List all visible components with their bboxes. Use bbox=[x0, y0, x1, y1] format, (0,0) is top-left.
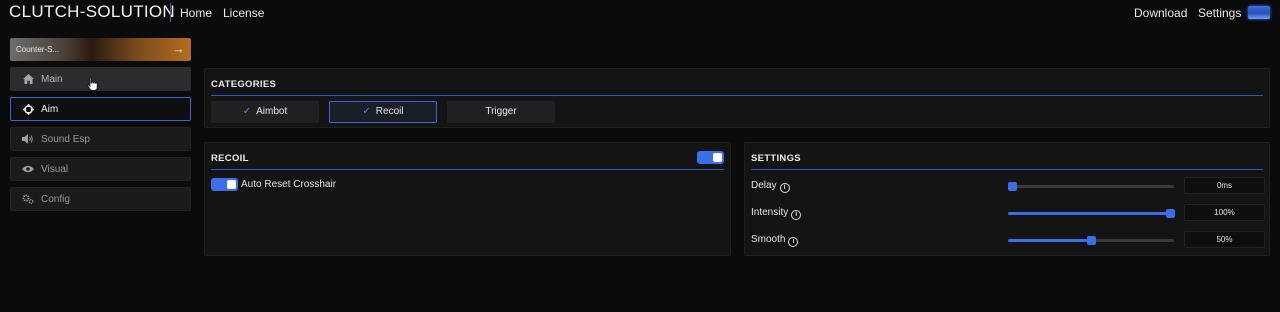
smooth-label-text: Smooth bbox=[751, 234, 786, 245]
settings-title: SETTINGS bbox=[751, 153, 801, 164]
nav-download-link[interactable]: Download bbox=[1134, 6, 1187, 20]
recoil-enable-toggle[interactable] bbox=[697, 151, 724, 164]
delay-value[interactable]: 0ms bbox=[1184, 177, 1265, 194]
sidebar-item-visual[interactable]: Visual bbox=[10, 157, 191, 181]
smooth-label: Smooth i bbox=[751, 234, 799, 247]
auto-reset-crosshair-label: Auto Reset Crosshair bbox=[241, 179, 337, 190]
check-icon: ✓ bbox=[242, 106, 252, 117]
toggle-knob bbox=[227, 180, 236, 189]
panel-divider bbox=[211, 169, 724, 170]
tab-recoil[interactable]: ✓ Recoil bbox=[329, 101, 437, 123]
panel-divider bbox=[211, 95, 1263, 96]
hand-cursor-icon bbox=[87, 77, 98, 91]
delay-slider[interactable] bbox=[1008, 182, 1174, 191]
slider-thumb[interactable] bbox=[1008, 182, 1017, 191]
info-icon[interactable]: i bbox=[791, 210, 802, 220]
nav-settings-link[interactable]: Settings bbox=[1198, 6, 1241, 20]
tab-aimbot[interactable]: ✓ Aimbot bbox=[211, 101, 319, 123]
tab-trigger[interactable]: Trigger bbox=[447, 101, 555, 123]
sidebar-item-label: Main bbox=[41, 74, 63, 85]
check-icon: ✓ bbox=[362, 106, 371, 117]
categories-title: CATEGORIES bbox=[211, 79, 277, 90]
tab-label: Recoil bbox=[375, 106, 404, 117]
sidebar-item-label: Sound Esp bbox=[41, 134, 90, 145]
slider-thumb[interactable] bbox=[1087, 236, 1096, 245]
sidebar-item-label: Aim bbox=[41, 104, 59, 115]
tab-label: Trigger bbox=[485, 106, 517, 117]
intensity-label-text: Intensity bbox=[751, 207, 789, 218]
delay-label-text: Delay bbox=[751, 180, 777, 191]
slider-thumb[interactable] bbox=[1166, 209, 1175, 218]
sidebar-item-label: Visual bbox=[41, 164, 69, 175]
slider-fill bbox=[1008, 239, 1091, 242]
intensity-value[interactable]: 100% bbox=[1184, 204, 1265, 221]
game-selector[interactable]: Counter-S... → bbox=[10, 38, 191, 61]
sidebar-item-aim[interactable]: Aim bbox=[10, 97, 191, 121]
slider-fill bbox=[1008, 212, 1170, 215]
crosshair-icon bbox=[22, 103, 34, 115]
info-icon[interactable]: i bbox=[779, 183, 790, 193]
settings-panel: SETTINGS Delay i 0ms Intensity i 100% Smoo… bbox=[744, 142, 1270, 256]
language-flag-icon[interactable] bbox=[1248, 6, 1270, 19]
arrow-right-icon: → bbox=[172, 41, 185, 56]
home-icon bbox=[22, 73, 34, 85]
title-divider bbox=[170, 3, 171, 22]
panel-divider bbox=[751, 169, 1263, 170]
nav-license-link[interactable]: License bbox=[223, 6, 264, 20]
sidebar-item-sound-esp[interactable]: Sound Esp bbox=[10, 127, 191, 151]
recoil-title: RECOIL bbox=[211, 153, 249, 164]
toggle-knob bbox=[713, 153, 722, 162]
delay-label: Delay i bbox=[751, 180, 790, 193]
intensity-slider[interactable] bbox=[1008, 209, 1175, 218]
intensity-label: Intensity i bbox=[751, 207, 802, 220]
tab-label: Aimbot bbox=[256, 106, 288, 117]
sidebar-item-config[interactable]: Config bbox=[10, 187, 191, 211]
sidebar-item-main[interactable]: Main bbox=[10, 67, 191, 91]
smooth-slider[interactable] bbox=[1008, 236, 1174, 245]
info-icon[interactable]: i bbox=[788, 237, 799, 247]
recoil-panel: RECOIL Auto Reset Crosshair bbox=[204, 142, 731, 256]
app-title: CLUTCH-SOLUTION bbox=[9, 2, 176, 21]
categories-panel: CATEGORIES ✓ Aimbot ✓ Recoil Trigger bbox=[204, 68, 1270, 128]
nav-home-link[interactable]: Home bbox=[180, 6, 212, 20]
speaker-icon bbox=[22, 133, 34, 145]
top-bar: CLUTCH-SOLUTION Home License Download Se… bbox=[0, 0, 1280, 26]
cogs-icon bbox=[22, 193, 34, 205]
sidebar-item-label: Config bbox=[41, 194, 70, 205]
game-label: Counter-S... bbox=[16, 45, 60, 54]
auto-reset-crosshair-toggle[interactable] bbox=[211, 178, 238, 191]
eye-icon bbox=[22, 163, 34, 175]
smooth-value[interactable]: 50% bbox=[1184, 231, 1265, 248]
